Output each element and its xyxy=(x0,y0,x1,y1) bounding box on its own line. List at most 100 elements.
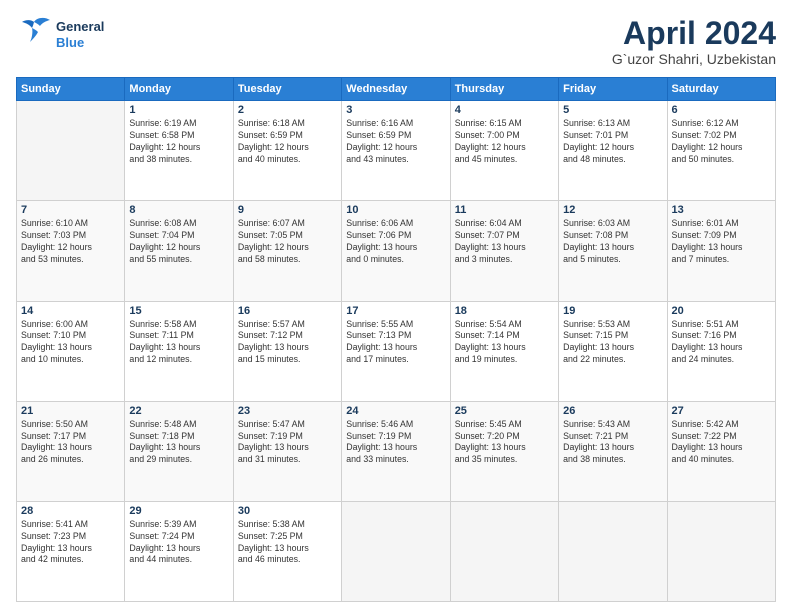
day-number: 4 xyxy=(455,104,554,116)
table-row xyxy=(17,101,125,201)
table-row xyxy=(559,501,667,601)
logo-blue: Blue xyxy=(56,35,104,51)
day-info: Sunrise: 5:39 AMSunset: 7:24 PMDaylight:… xyxy=(129,519,228,567)
table-row: 1Sunrise: 6:19 AMSunset: 6:58 PMDaylight… xyxy=(125,101,233,201)
table-row: 6 Sunrise: 6:12 AMSunset: 7:02 PMDaylight… xyxy=(667,101,775,201)
day-info: Sunrise: 5:46 AMSunset: 7:19 PMDaylight:… xyxy=(346,419,445,467)
table-row: 26 Sunrise: 5:43 AMSunset: 7:21 PMDayligh… xyxy=(559,401,667,501)
table-row: 7 Sunrise: 6:10 AMSunset: 7:03 PMDaylight… xyxy=(17,201,125,301)
day-number: 30 xyxy=(238,505,337,517)
day-number: 29 xyxy=(129,505,228,517)
day-number: 21 xyxy=(21,405,120,417)
logo-bird-icon xyxy=(16,16,52,53)
calendar-header-row: Sunday Monday Tuesday Wednesday Thursday… xyxy=(17,78,776,101)
day-number: 28 xyxy=(21,505,120,517)
table-row xyxy=(667,501,775,601)
day-number: 24 xyxy=(346,405,445,417)
day-info: Sunrise: 6:10 AMSunset: 7:03 PMDaylight:… xyxy=(21,218,120,266)
table-row: 8Sunrise: 6:08 AMSunset: 7:04 PMDaylight… xyxy=(125,201,233,301)
day-number: 19 xyxy=(563,305,662,317)
table-row: 15 Sunrise: 5:58 AMSunset: 7:11 PMDayligh… xyxy=(125,301,233,401)
day-info: Sunrise: 5:51 AMSunset: 7:16 PMDaylight:… xyxy=(672,319,771,367)
day-info: Sunrise: 5:57 AMSunset: 7:12 PMDaylight:… xyxy=(238,319,337,367)
table-row: 18 Sunrise: 5:54 AMSunset: 7:14 PMDayligh… xyxy=(450,301,558,401)
calendar-week-row: 21 Sunrise: 5:50 AMSunset: 7:17 PMDayligh… xyxy=(17,401,776,501)
day-info: Sunrise: 5:38 AMSunset: 7:25 PMDaylight:… xyxy=(238,519,337,567)
table-row: 2Sunrise: 6:18 AMSunset: 6:59 PMDaylight… xyxy=(233,101,341,201)
day-info: Sunrise: 6:15 AMSunset: 7:00 PMDaylight:… xyxy=(455,118,554,166)
table-row: 9 Sunrise: 6:07 AMSunset: 7:05 PMDaylight… xyxy=(233,201,341,301)
day-number: 14 xyxy=(21,305,120,317)
day-number: 16 xyxy=(238,305,337,317)
calendar-week-row: 14Sunrise: 6:00 AMSunset: 7:10 PMDayligh… xyxy=(17,301,776,401)
day-info: Sunrise: 5:45 AMSunset: 7:20 PMDaylight:… xyxy=(455,419,554,467)
day-number: 17 xyxy=(346,305,445,317)
day-info: Sunrise: 6:04 AMSunset: 7:07 PMDaylight:… xyxy=(455,218,554,266)
day-info: Sunrise: 6:07 AMSunset: 7:05 PMDaylight:… xyxy=(238,218,337,266)
col-saturday: Saturday xyxy=(667,78,775,101)
header: General Blue April 2024 G`uzor Shahri, U… xyxy=(16,16,776,67)
calendar-week-row: 28Sunrise: 5:41 AMSunset: 7:23 PMDayligh… xyxy=(17,501,776,601)
day-number: 23 xyxy=(238,405,337,417)
day-info: Sunrise: 5:54 AMSunset: 7:14 PMDaylight:… xyxy=(455,319,554,367)
day-number: 22 xyxy=(129,405,228,417)
col-friday: Friday xyxy=(559,78,667,101)
day-number: 9 xyxy=(238,204,337,216)
col-thursday: Thursday xyxy=(450,78,558,101)
day-info: Sunrise: 6:08 AMSunset: 7:04 PMDaylight:… xyxy=(129,218,228,266)
day-number: 3 xyxy=(346,104,445,116)
logo: General Blue xyxy=(16,16,104,53)
day-number: 20 xyxy=(672,305,771,317)
table-row: 22 Sunrise: 5:48 AMSunset: 7:18 PMDayligh… xyxy=(125,401,233,501)
table-row: 28Sunrise: 5:41 AMSunset: 7:23 PMDayligh… xyxy=(17,501,125,601)
day-info: Sunrise: 5:43 AMSunset: 7:21 PMDaylight:… xyxy=(563,419,662,467)
day-info: Sunrise: 5:48 AMSunset: 7:18 PMDaylight:… xyxy=(129,419,228,467)
day-info: Sunrise: 6:12 AMSunset: 7:02 PMDaylight:… xyxy=(672,118,771,166)
day-number: 26 xyxy=(563,405,662,417)
day-number: 7 xyxy=(21,204,120,216)
location: G`uzor Shahri, Uzbekistan xyxy=(612,51,776,67)
day-info: Sunrise: 6:01 AMSunset: 7:09 PMDaylight:… xyxy=(672,218,771,266)
day-info: Sunrise: 6:16 AMSunset: 6:59 PMDaylight:… xyxy=(346,118,445,166)
table-row: 24 Sunrise: 5:46 AMSunset: 7:19 PMDayligh… xyxy=(342,401,450,501)
table-row: 10 Sunrise: 6:06 AMSunset: 7:06 PMDayligh… xyxy=(342,201,450,301)
day-info: Sunrise: 5:42 AMSunset: 7:22 PMDaylight:… xyxy=(672,419,771,467)
table-row: 30 Sunrise: 5:38 AMSunset: 7:25 PMDayligh… xyxy=(233,501,341,601)
table-row: 11 Sunrise: 6:04 AMSunset: 7:07 PMDayligh… xyxy=(450,201,558,301)
day-number: 2 xyxy=(238,104,337,116)
page-container: General Blue April 2024 G`uzor Shahri, U… xyxy=(0,0,792,612)
day-info: Sunrise: 6:13 AMSunset: 7:01 PMDaylight:… xyxy=(563,118,662,166)
day-number: 6 xyxy=(672,104,771,116)
day-number: 12 xyxy=(563,204,662,216)
table-row: 19 Sunrise: 5:53 AMSunset: 7:15 PMDayligh… xyxy=(559,301,667,401)
col-wednesday: Wednesday xyxy=(342,78,450,101)
day-info: Sunrise: 5:58 AMSunset: 7:11 PMDaylight:… xyxy=(129,319,228,367)
table-row: 23 Sunrise: 5:47 AMSunset: 7:19 PMDayligh… xyxy=(233,401,341,501)
day-number: 11 xyxy=(455,204,554,216)
logo-general: General xyxy=(56,19,104,35)
title-block: April 2024 G`uzor Shahri, Uzbekistan xyxy=(612,16,776,67)
table-row: 4 Sunrise: 6:15 AMSunset: 7:00 PMDaylight… xyxy=(450,101,558,201)
day-info: Sunrise: 5:47 AMSunset: 7:19 PMDaylight:… xyxy=(238,419,337,467)
day-number: 18 xyxy=(455,305,554,317)
day-info: Sunrise: 6:06 AMSunset: 7:06 PMDaylight:… xyxy=(346,218,445,266)
table-row: 5Sunrise: 6:13 AMSunset: 7:01 PMDaylight… xyxy=(559,101,667,201)
table-row: 20 Sunrise: 5:51 AMSunset: 7:16 PMDayligh… xyxy=(667,301,775,401)
day-info: Sunrise: 5:53 AMSunset: 7:15 PMDaylight:… xyxy=(563,319,662,367)
table-row: 12Sunrise: 6:03 AMSunset: 7:08 PMDayligh… xyxy=(559,201,667,301)
table-row: 21 Sunrise: 5:50 AMSunset: 7:17 PMDayligh… xyxy=(17,401,125,501)
day-number: 27 xyxy=(672,405,771,417)
table-row xyxy=(342,501,450,601)
day-info: Sunrise: 5:55 AMSunset: 7:13 PMDaylight:… xyxy=(346,319,445,367)
day-number: 13 xyxy=(672,204,771,216)
table-row xyxy=(450,501,558,601)
day-info: Sunrise: 5:50 AMSunset: 7:17 PMDaylight:… xyxy=(21,419,120,467)
day-number: 10 xyxy=(346,204,445,216)
month-title: April 2024 xyxy=(612,16,776,51)
day-number: 15 xyxy=(129,305,228,317)
table-row: 13 Sunrise: 6:01 AMSunset: 7:09 PMDayligh… xyxy=(667,201,775,301)
day-number: 25 xyxy=(455,405,554,417)
calendar-week-row: 7 Sunrise: 6:10 AMSunset: 7:03 PMDaylight… xyxy=(17,201,776,301)
table-row: 14Sunrise: 6:00 AMSunset: 7:10 PMDayligh… xyxy=(17,301,125,401)
table-row: 25 Sunrise: 5:45 AMSunset: 7:20 PMDayligh… xyxy=(450,401,558,501)
